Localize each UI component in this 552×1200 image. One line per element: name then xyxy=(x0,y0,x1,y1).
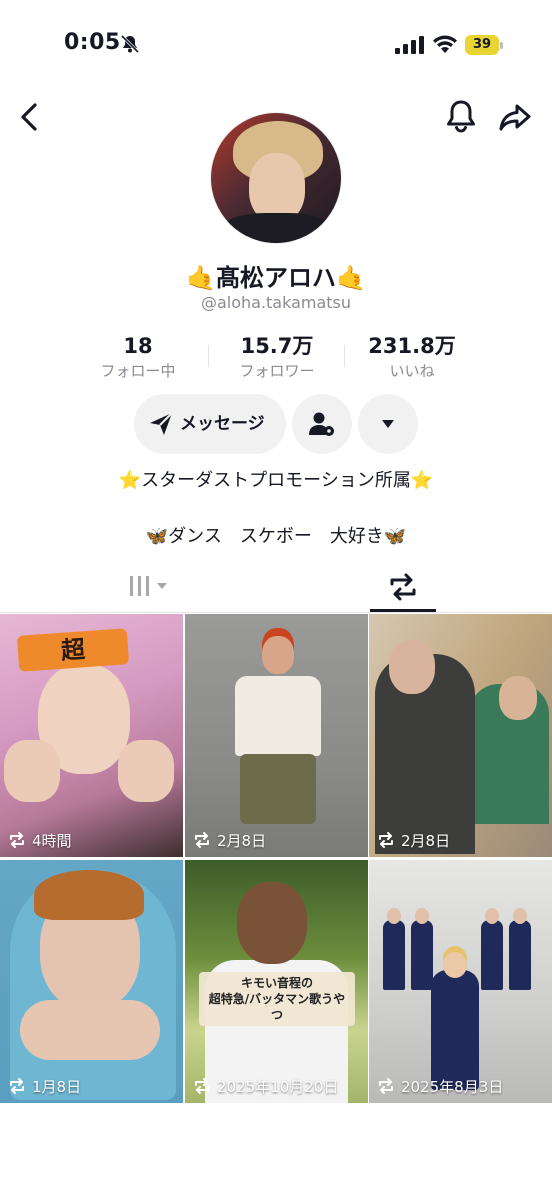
video-meta: 2025年8月3日 xyxy=(376,1075,503,1097)
video-meta: 4時間 xyxy=(7,829,72,851)
tab-reposts[interactable] xyxy=(370,566,436,610)
thumbnail-head xyxy=(237,882,307,964)
bio-line-1: ⭐️スターダストプロモーション所属⭐️ xyxy=(118,470,434,491)
send-icon xyxy=(150,412,173,435)
stat-following[interactable]: 18 フォロー中 xyxy=(88,333,188,381)
stat-likes-count: 231.8万 xyxy=(368,334,456,358)
avatar-shirt xyxy=(221,213,333,243)
video-grid-icon xyxy=(130,576,167,596)
video-grid: 超 4時間 2月8日 2月8日 1月8日 キモい音程の 超特急/バッタマン歌うや… xyxy=(0,614,552,1104)
video-thumbnail[interactable]: 超 4時間 xyxy=(0,614,183,857)
thumbnail-person xyxy=(431,970,479,1090)
thumbnail-head xyxy=(499,676,537,720)
thumbnail-legs xyxy=(240,754,316,824)
video-meta: 2月8日 xyxy=(192,829,266,851)
video-date: 4時間 xyxy=(32,831,72,850)
video-thumbnail[interactable]: 2月8日 xyxy=(369,614,552,857)
stat-divider xyxy=(344,345,345,367)
battery-indicator: 39 xyxy=(465,35,503,55)
wifi-icon xyxy=(433,35,457,53)
stat-following-count: 18 xyxy=(123,334,153,358)
battery-cap xyxy=(500,42,503,49)
repost-icon xyxy=(195,832,209,848)
video-date: 2月8日 xyxy=(217,831,267,850)
caption-line-2: 超特急/バッタマン歌うやつ xyxy=(208,992,346,1022)
thumbnail-person xyxy=(509,920,531,990)
video-caption-overlay: キモい音程の 超特急/バッタマン歌うやつ xyxy=(199,972,355,1026)
thumbnail-headband: 超 xyxy=(16,628,130,672)
repost-icon xyxy=(390,573,416,601)
battery-level: 39 xyxy=(472,37,492,52)
notification-bell-icon[interactable] xyxy=(444,98,478,134)
user-gear-icon xyxy=(309,412,334,436)
stat-likes[interactable]: 231.8万 いいね xyxy=(356,333,468,381)
video-meta: 1月8日 xyxy=(7,1075,81,1097)
stat-followers[interactable]: 15.7万 フォロワー xyxy=(222,333,332,381)
friend-settings-button[interactable] xyxy=(292,394,352,454)
more-dropdown-button[interactable] xyxy=(358,394,418,454)
status-bar: 0:05 39 xyxy=(0,0,552,92)
video-date: 2月8日 xyxy=(401,831,451,850)
thumbnail-person xyxy=(383,920,405,990)
thumbnail-head xyxy=(443,952,467,978)
repost-icon xyxy=(10,832,24,848)
thumbnail-head xyxy=(262,636,294,674)
repost-icon xyxy=(379,832,393,848)
thumbnail-person xyxy=(411,920,433,990)
bell-muted-icon xyxy=(120,34,140,54)
status-time: 0:05 xyxy=(64,30,121,55)
video-date: 2025年10月20日 xyxy=(217,1077,339,1096)
tabs-divider xyxy=(0,612,552,613)
video-thumbnail[interactable]: 2月8日 xyxy=(185,614,368,857)
message-button-label: メッセージ xyxy=(180,414,265,434)
thumbnail-head xyxy=(389,640,435,694)
thumbnail-head xyxy=(513,908,527,924)
caption-line-1: キモい音程の xyxy=(240,976,313,990)
video-meta: 2月8日 xyxy=(376,829,450,851)
video-date: 1月8日 xyxy=(32,1077,82,1096)
back-arrow-icon[interactable] xyxy=(14,100,44,134)
thumbnail-hands xyxy=(20,1000,160,1060)
video-meta: 2025年10月20日 xyxy=(192,1075,338,1097)
stat-followers-label: フォロワー xyxy=(239,362,315,380)
bio-line-2: 🦋ダンス スケボー 大好き🦋 xyxy=(145,526,407,547)
video-thumbnail[interactable]: キモい音程の 超特急/バッタマン歌うやつ 2025年10月20日 xyxy=(185,860,368,1103)
video-thumbnail[interactable]: 2025年8月3日 xyxy=(369,860,552,1103)
thumbnail-person xyxy=(235,676,321,756)
message-button[interactable]: メッセージ xyxy=(134,394,286,454)
cellular-signal-icon xyxy=(395,36,424,54)
video-thumbnail[interactable]: 1月8日 xyxy=(0,860,183,1103)
stat-likes-label: いいね xyxy=(389,362,435,380)
stat-following-label: フォロー中 xyxy=(100,362,176,380)
stat-divider xyxy=(208,345,209,367)
thumbnail-head xyxy=(485,908,499,924)
tab-videos[interactable] xyxy=(120,566,180,610)
repost-icon xyxy=(10,1078,24,1094)
thumbnail-hand xyxy=(118,740,174,802)
username: @aloha.takamatsu xyxy=(200,293,352,312)
video-date: 2025年8月3日 xyxy=(401,1077,504,1096)
stat-followers-count: 15.7万 xyxy=(240,334,314,358)
thumbnail-head xyxy=(387,908,401,924)
repost-icon xyxy=(379,1078,393,1094)
profile-screen: 0:05 39 🤙髙松アロハ🤙 @aloha.takamatsu 18 フォロー… xyxy=(0,0,552,1200)
caret-down-icon xyxy=(382,420,394,428)
repost-icon xyxy=(195,1078,209,1094)
display-name: 🤙髙松アロハ🤙 xyxy=(186,264,366,292)
thumbnail-hand xyxy=(4,740,60,802)
thumbnail-hair xyxy=(34,870,144,920)
thumbnail-person xyxy=(481,920,503,990)
thumbnail-head xyxy=(415,908,429,924)
avatar[interactable] xyxy=(210,112,342,244)
share-arrow-icon[interactable] xyxy=(498,100,532,134)
